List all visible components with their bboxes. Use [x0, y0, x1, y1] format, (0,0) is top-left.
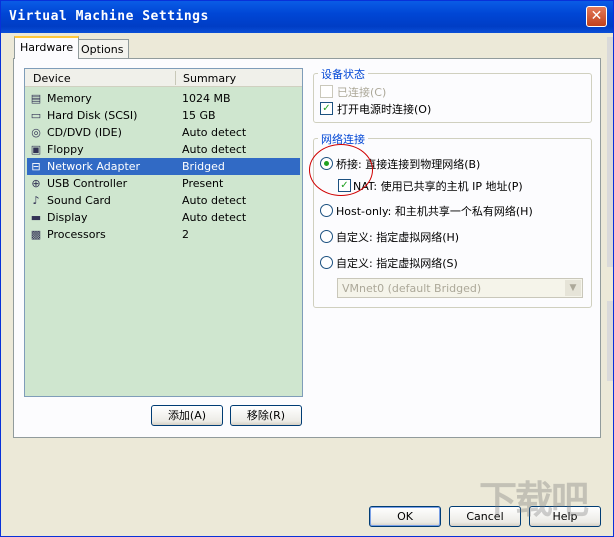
custom-network-label-1: 自定义: 指定虚拟网络(H): [336, 231, 460, 244]
vmnet-select[interactable]: VMnet0 (default Bridged) ▼: [337, 278, 583, 298]
connected-label: 已连接(C): [337, 86, 387, 99]
replicate-state-label: NAT: 使用已共享的主机 IP 地址(P): [353, 180, 523, 193]
tab-options[interactable]: Options: [75, 39, 130, 59]
remove-button[interactable]: 移除(R): [230, 405, 302, 426]
close-button[interactable]: ✕: [586, 6, 607, 27]
column-separator[interactable]: [175, 71, 176, 85]
device-summary: Auto detect: [182, 211, 247, 224]
vmnet-select-value: VMnet0 (default Bridged): [342, 282, 482, 295]
device-row-display[interactable]: ▬ Display Auto detect: [27, 209, 300, 226]
device-name: Hard Disk (SCSI): [47, 109, 138, 122]
usb-controller-icon: ⊕: [31, 177, 41, 190]
device-summary: 1024 MB: [182, 92, 231, 105]
device-summary: Auto detect: [182, 194, 247, 207]
device-row-memory[interactable]: ▤ Memory 1024 MB: [27, 90, 300, 107]
title-bar[interactable]: Virtual Machine Settings ✕: [1, 1, 613, 33]
right-edge-strip-lower: [607, 301, 613, 381]
device-summary: Present: [182, 177, 224, 190]
tab-hardware[interactable]: Hardware: [14, 36, 80, 59]
device-list[interactable]: Device Summary ▤ Memory 1024 MB ▭ Hard D…: [24, 68, 303, 397]
close-icon: ✕: [590, 8, 603, 24]
device-summary: 2: [182, 228, 189, 241]
site-watermark: 下载吧: [479, 478, 589, 522]
right-edge-strip: [607, 37, 613, 267]
add-button[interactable]: 添加(A): [151, 405, 223, 426]
device-row-floppy[interactable]: ▣ Floppy Auto detect: [27, 141, 300, 158]
red-annotation-circle: [309, 144, 373, 196]
device-name: Display: [47, 211, 88, 224]
connected-checkbox[interactable]: [320, 85, 333, 98]
column-header-device[interactable]: Device: [33, 72, 71, 85]
device-summary: Bridged: [182, 160, 225, 173]
sound-card-icon: ♪: [32, 194, 40, 207]
virtual-machine-settings-window: Virtual Machine Settings ✕ Hardware Opti…: [0, 0, 614, 537]
device-row-usb-controller[interactable]: ⊕ USB Controller Present: [27, 175, 300, 192]
tab-options-label: Options: [81, 43, 124, 56]
column-header-summary[interactable]: Summary: [183, 72, 236, 85]
ok-button[interactable]: OK: [369, 506, 441, 527]
device-list-header: Device Summary: [25, 69, 302, 87]
device-row-sound-card[interactable]: ♪ Sound Card Auto detect: [27, 192, 300, 209]
tab-hardware-label: Hardware: [20, 41, 74, 54]
custom-network-label-2: 自定义: 指定虚拟网络(S): [336, 257, 458, 270]
hard-disk-icon: ▭: [30, 109, 42, 122]
device-row-cd-dvd[interactable]: ◎ CD/DVD (IDE) Auto detect: [27, 124, 300, 141]
processor-icon: ▩: [30, 228, 42, 241]
connect-at-power-on-label: 打开电源时连接(O): [337, 103, 432, 116]
chevron-down-icon[interactable]: ▼: [565, 280, 581, 296]
display-icon: ▬: [30, 211, 42, 224]
window-title: Virtual Machine Settings: [9, 9, 209, 24]
device-status-title: 设备状态: [318, 66, 368, 82]
device-summary: 15 GB: [182, 109, 216, 122]
cd-dvd-icon: ◎: [31, 126, 41, 139]
device-row-hard-disk[interactable]: ▭ Hard Disk (SCSI) 15 GB: [27, 107, 300, 124]
device-name: CD/DVD (IDE): [47, 126, 122, 139]
device-row-network-adapter[interactable]: ⊟ Network Adapter Bridged: [27, 158, 300, 175]
device-name: USB Controller: [47, 177, 128, 190]
device-row-processors[interactable]: ▩ Processors 2: [27, 226, 300, 243]
connect-at-power-on-checkbox[interactable]: ✓: [320, 102, 333, 115]
network-adapter-icon: ⊟: [31, 160, 41, 173]
device-summary: Auto detect: [182, 143, 247, 156]
device-name: Memory: [47, 92, 92, 105]
custom-network-radio-2[interactable]: [320, 256, 333, 269]
host-only-label: Host-only: 和主机共享一个私有网络(H): [336, 205, 533, 218]
custom-network-radio-1[interactable]: [320, 230, 333, 243]
device-name: Floppy: [47, 143, 84, 156]
device-name: Processors: [47, 228, 106, 241]
memory-icon: ▤: [30, 92, 42, 105]
host-only-radio[interactable]: [320, 204, 333, 217]
device-name: Network Adapter: [47, 160, 141, 173]
device-summary: Auto detect: [182, 126, 247, 139]
device-name: Sound Card: [47, 194, 111, 207]
floppy-icon: ▣: [30, 143, 42, 156]
